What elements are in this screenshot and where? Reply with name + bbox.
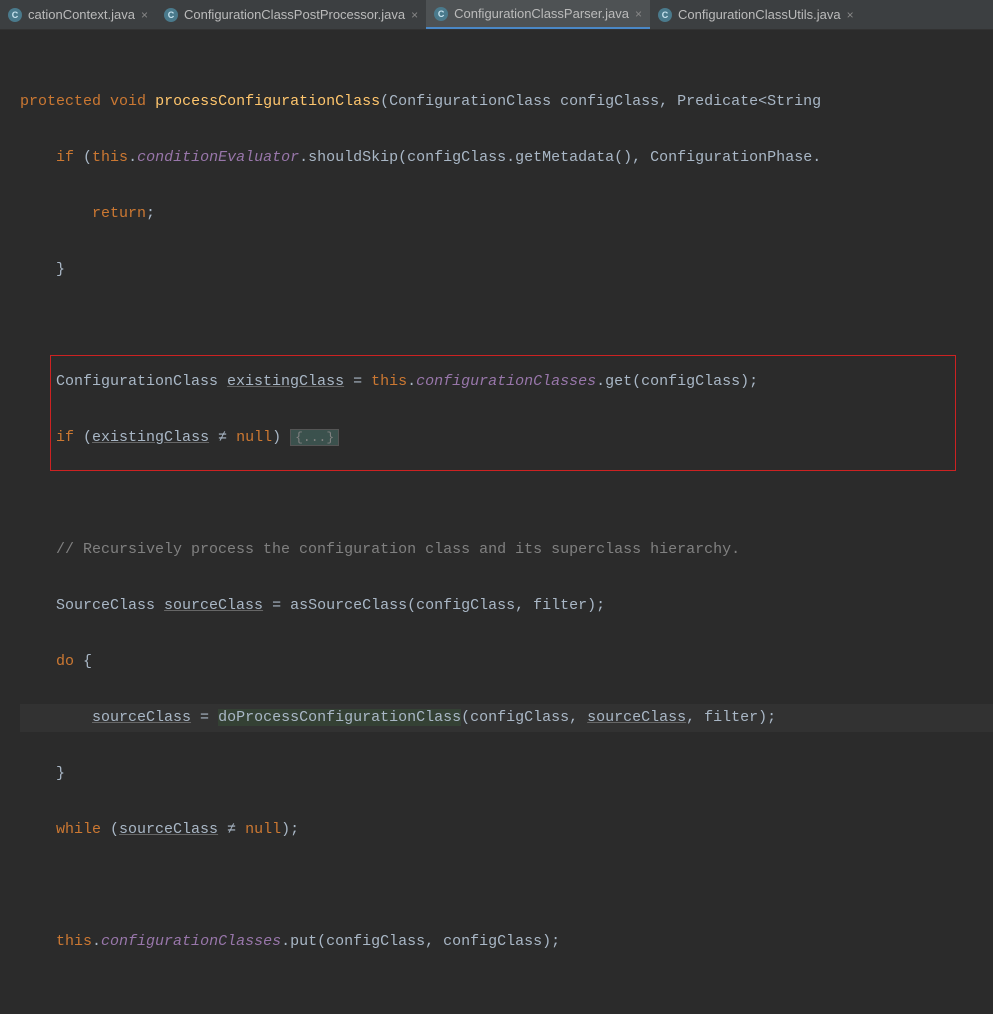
tab-config-parser[interactable]: C ConfigurationClassParser.java × xyxy=(426,0,650,29)
fold-marker[interactable]: {...} xyxy=(290,429,339,446)
code-line: ConfigurationClass existingClass = this.… xyxy=(20,368,993,396)
java-file-icon: C xyxy=(164,8,178,22)
code-line xyxy=(20,312,993,340)
code-line: } xyxy=(20,760,993,788)
tab-label: ConfigurationClassPostProcessor.java xyxy=(184,7,405,22)
close-icon[interactable]: × xyxy=(141,8,148,22)
tab-cation-context[interactable]: C cationContext.java × xyxy=(0,0,156,29)
code-line: protected void processConfigurationClass… xyxy=(20,88,993,116)
code-line: if (existingClass ≠ null) {...} xyxy=(20,424,993,452)
code-line: sourceClass = doProcessConfigurationClas… xyxy=(20,704,993,732)
code-line: return; xyxy=(20,200,993,228)
code-line: // Recursively process the configuration… xyxy=(20,536,993,564)
code-line: do { xyxy=(20,648,993,676)
code-line xyxy=(20,480,993,508)
code-line: SourceClass sourceClass = asSourceClass(… xyxy=(20,592,993,620)
tab-label: ConfigurationClassParser.java xyxy=(454,6,629,21)
code-line: while (sourceClass ≠ null); xyxy=(20,816,993,844)
code-line: if (this.conditionEvaluator.shouldSkip(c… xyxy=(20,144,993,172)
java-file-icon: C xyxy=(434,7,448,21)
editor-tabs: C cationContext.java × C ConfigurationCl… xyxy=(0,0,993,30)
code-line: this.configurationClasses.put(configClas… xyxy=(20,928,993,956)
java-file-icon: C xyxy=(8,8,22,22)
tab-label: ConfigurationClassUtils.java xyxy=(678,7,841,22)
code-line xyxy=(20,872,993,900)
close-icon[interactable]: × xyxy=(411,8,418,22)
code-line: } xyxy=(20,256,993,284)
java-file-icon: C xyxy=(658,8,672,22)
code-editor[interactable]: protected void processConfigurationClass… xyxy=(0,30,993,1012)
tab-config-utils[interactable]: C ConfigurationClassUtils.java × xyxy=(650,0,862,29)
tab-label: cationContext.java xyxy=(28,7,135,22)
tab-config-post-processor[interactable]: C ConfigurationClassPostProcessor.java × xyxy=(156,0,426,29)
close-icon[interactable]: × xyxy=(635,7,642,21)
close-icon[interactable]: × xyxy=(847,8,854,22)
